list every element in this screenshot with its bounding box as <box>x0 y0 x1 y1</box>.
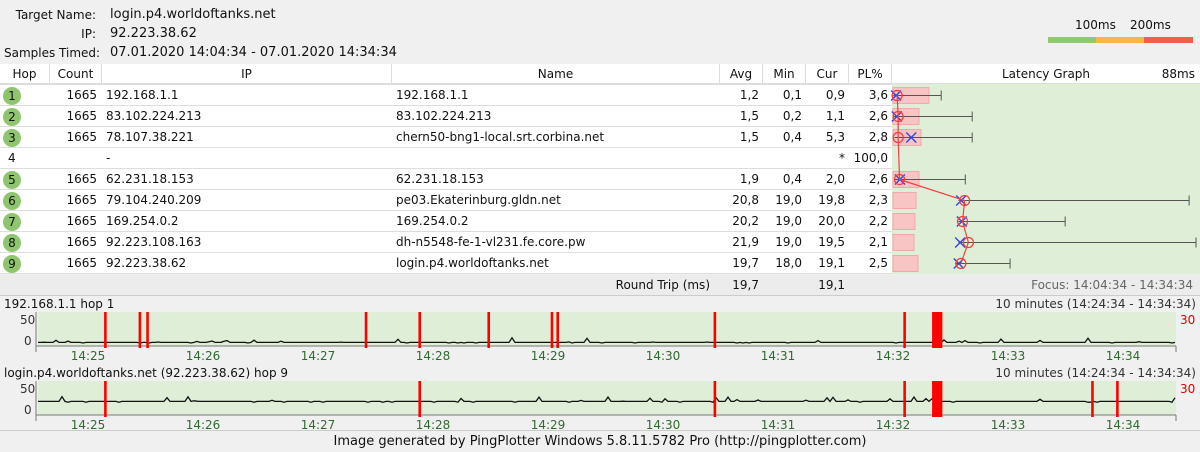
x-tick: 14:28 <box>415 349 451 363</box>
packet-loss-spike <box>104 381 107 417</box>
packet-loss-bar <box>892 255 919 272</box>
y-tick: 0 <box>24 334 32 348</box>
footer: Image generated by PingPlotter Windows 5… <box>0 430 1200 451</box>
packet-loss-spike <box>550 312 554 348</box>
round-trip-cur: 19,1 <box>818 278 845 292</box>
packet-loss-spike <box>487 312 491 348</box>
chart-range: 10 minutes (14:24:34 - 14:34:34) <box>995 297 1196 311</box>
packet-loss-spike <box>1091 381 1094 417</box>
packet-loss-spike <box>418 312 422 348</box>
packet-loss-spike <box>104 312 107 348</box>
packet-loss-spike <box>903 381 906 417</box>
loss-scale-label: 30 <box>1180 313 1196 327</box>
x-tick: 14:25 <box>70 349 106 363</box>
packet-loss-spike <box>556 312 560 348</box>
latency-graph <box>890 87 1197 272</box>
x-tick: 14:32 <box>875 349 911 363</box>
round-trip-row: Round Trip (ms) 19,7 19,1 Focus: 14:04:3… <box>0 275 1200 296</box>
focus-range: Focus: 14:04:34 - 14:34:34 <box>1031 278 1193 292</box>
chart-range: 10 minutes (14:24:34 - 14:34:34) <box>995 366 1196 380</box>
y-tick: 50 <box>20 313 36 327</box>
packet-loss-bar <box>892 234 915 251</box>
chart-title: login.p4.worldoftanks.net (92.223.38.62)… <box>4 366 289 380</box>
plot-area <box>38 312 1176 346</box>
packet-loss-spike <box>713 381 717 417</box>
x-tick: 14:33 <box>990 349 1026 363</box>
y-tick: 0 <box>24 403 32 417</box>
round-trip-label: Round Trip (ms) <box>615 278 710 292</box>
chart-title: 192.168.1.1 hop 1 <box>4 297 115 311</box>
packet-loss-bar <box>892 192 917 209</box>
x-tick: 14:29 <box>530 349 566 363</box>
packet-loss-spike <box>903 312 906 348</box>
round-trip-avg: 19,7 <box>732 278 759 292</box>
packet-loss-spike <box>138 312 142 348</box>
x-tick: 14:34 <box>1105 349 1141 363</box>
time-chart: 192.168.1.1 hop 1 10 minutes (14:24:34 -… <box>0 297 1200 366</box>
packet-loss-spike <box>418 381 422 417</box>
x-tick: 14:27 <box>300 349 336 363</box>
packet-loss-bar <box>892 213 916 230</box>
x-tick: 14:26 <box>185 349 221 363</box>
packet-loss-spike <box>364 312 368 348</box>
packet-loss-spike <box>939 381 943 417</box>
time-chart: login.p4.worldoftanks.net (92.223.38.62)… <box>0 366 1200 435</box>
packet-loss-spike <box>1116 381 1119 417</box>
x-tick: 14:31 <box>760 349 796 363</box>
x-tick: 14:30 <box>645 349 681 363</box>
packet-loss-spike <box>713 312 717 348</box>
packet-loss-spike <box>939 312 943 348</box>
loss-scale-label: 30 <box>1180 382 1196 396</box>
y-tick: 50 <box>20 382 36 396</box>
packet-loss-spike <box>146 312 149 348</box>
